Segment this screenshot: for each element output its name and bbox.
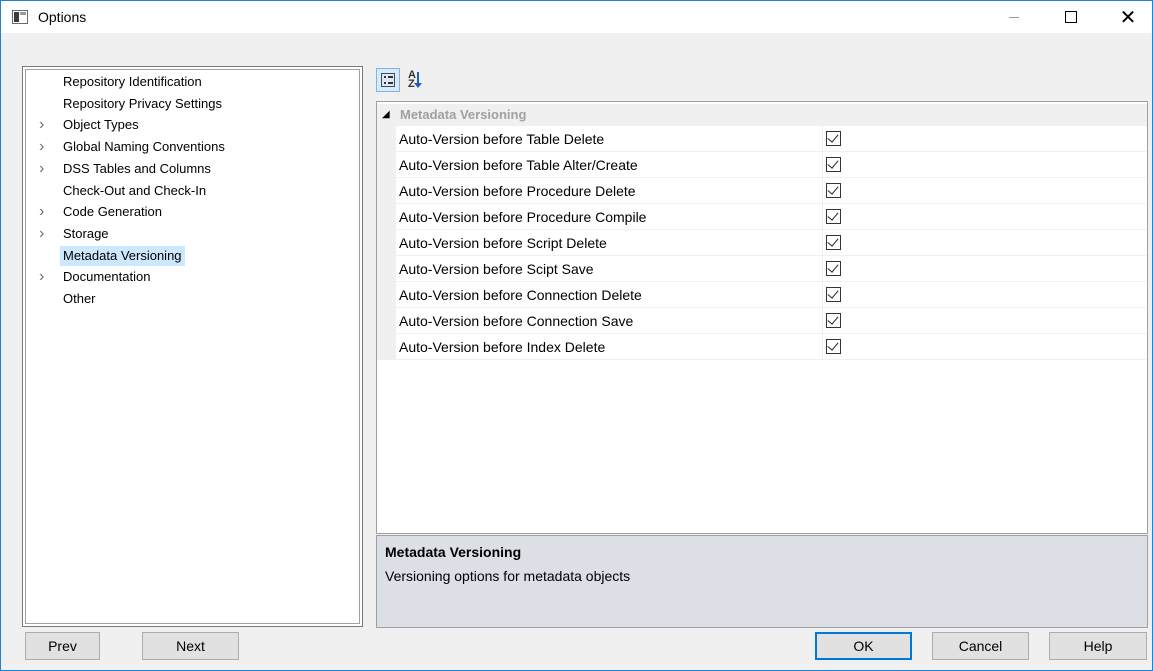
checkmark-icon [827,339,839,351]
expand-chevron-icon[interactable]: › [39,159,49,179]
description-title: Metadata Versioning [385,544,522,560]
category-row[interactable]: ◢ Metadata Versioning [377,104,1147,126]
checkmark-icon [827,287,839,299]
maximize-icon [1065,11,1077,23]
property-value [823,334,1147,360]
row-gutter [377,230,396,256]
checkmark-icon [827,183,839,195]
row-gutter [377,334,396,360]
description-panel: Metadata Versioning Versioning options f… [376,535,1148,628]
category-label: Metadata Versioning [400,107,527,122]
checkmark-icon [827,235,839,247]
row-gutter [377,308,396,334]
property-row[interactable]: Auto-Version before Table Alter/Create [377,152,1147,178]
property-row[interactable]: Auto-Version before Scipt Save [377,256,1147,282]
expand-chevron-icon[interactable]: › [39,202,49,222]
expand-chevron-icon[interactable]: › [39,115,49,135]
minimize-button[interactable] [991,1,1037,33]
close-icon: ✕ [1119,5,1137,29]
options-tree[interactable]: Repository Identification Repository Priv… [22,66,363,627]
property-value [823,204,1147,230]
expand-chevron-icon[interactable]: › [39,137,49,157]
tree-item[interactable]: Object Types [60,115,142,135]
checkmark-icon [827,261,839,273]
next-button[interactable]: Next [142,632,239,660]
tree-item[interactable]: Documentation [60,267,153,287]
row-separator [396,359,1147,360]
description-text: Versioning options for metadata objects [385,568,631,584]
tree-item[interactable]: Storage [60,224,112,244]
checkmark-icon [827,209,839,221]
tree-item[interactable]: Repository Identification [60,72,205,92]
checkmark-icon [827,313,839,325]
property-checkbox[interactable] [826,157,841,172]
tree-item[interactable]: Other [60,289,99,309]
property-row[interactable]: Auto-Version before Table Delete [377,126,1147,152]
property-row[interactable]: Auto-Version before Procedure Compile [377,204,1147,230]
property-name: Auto-Version before Table Delete [399,131,605,147]
window-title: Options [38,9,87,25]
minimize-icon [1009,16,1019,18]
row-gutter [377,256,396,282]
property-checkbox[interactable] [826,131,841,146]
tree-item[interactable]: Metadata Versioning [60,245,185,266]
property-name: Auto-Version before Connection Save [399,313,634,329]
property-row[interactable]: Auto-Version before Procedure Delete [377,178,1147,204]
property-checkbox[interactable] [826,339,841,354]
property-value [823,282,1147,308]
property-name: Auto-Version before Index Delete [399,339,606,355]
maximize-button[interactable] [1048,1,1094,33]
property-name: Auto-Version before Procedure Delete [399,183,636,199]
property-checkbox[interactable] [826,235,841,250]
property-checkbox[interactable] [826,313,841,328]
property-value [823,126,1147,152]
app-window-icon [12,10,28,24]
row-gutter [377,152,396,178]
row-gutter [377,204,396,230]
property-name: Auto-Version before Connection Delete [399,287,642,303]
expand-chevron-icon[interactable]: › [39,224,49,244]
categorized-view-button[interactable] [376,68,400,92]
checkmark-icon [827,157,839,169]
collapse-triangle-icon[interactable]: ◢ [382,109,390,120]
property-value [823,152,1147,178]
help-button[interactable]: Help [1049,632,1147,660]
cancel-button[interactable]: Cancel [932,632,1029,660]
property-name: Auto-Version before Scipt Save [399,261,594,277]
title-bar: Options ✕ [1,1,1152,33]
property-checkbox[interactable] [826,183,841,198]
row-gutter [377,282,396,308]
property-checkbox[interactable] [826,261,841,276]
property-row[interactable]: Auto-Version before Index Delete [377,334,1147,360]
property-name: Auto-Version before Table Alter/Create [399,157,638,173]
row-gutter [377,126,396,152]
property-checkbox[interactable] [826,287,841,302]
sort-az-icon: AZ [407,70,425,90]
property-value [823,178,1147,204]
tree-item[interactable]: Repository Privacy Settings [60,94,225,114]
property-value [823,308,1147,334]
tree-item[interactable]: Check-Out and Check-In [60,181,209,201]
categorized-icon [381,73,395,87]
property-value [823,256,1147,282]
options-tree-inner: Repository Identification Repository Priv… [25,69,360,624]
alphabetical-sort-button[interactable]: AZ [404,68,428,92]
property-name: Auto-Version before Procedure Compile [399,209,647,225]
property-row[interactable]: Auto-Version before Connection Delete [377,282,1147,308]
property-checkbox[interactable] [826,209,841,224]
checkmark-icon [827,131,839,143]
ok-button[interactable]: OK [815,632,912,660]
close-button[interactable]: ✕ [1105,1,1151,33]
row-gutter [377,178,396,204]
expand-chevron-icon[interactable]: › [39,267,49,287]
property-name: Auto-Version before Script Delete [399,235,607,251]
property-value [823,230,1147,256]
property-row[interactable]: Auto-Version before Connection Save [377,308,1147,334]
tree-item[interactable]: Code Generation [60,202,165,222]
property-row[interactable]: Auto-Version before Script Delete [377,230,1147,256]
property-grid: ◢ Metadata Versioning Auto-Version befor… [376,101,1148,534]
tree-item[interactable]: DSS Tables and Columns [60,159,214,179]
prev-button[interactable]: Prev [25,632,100,660]
tree-item[interactable]: Global Naming Conventions [60,137,228,157]
